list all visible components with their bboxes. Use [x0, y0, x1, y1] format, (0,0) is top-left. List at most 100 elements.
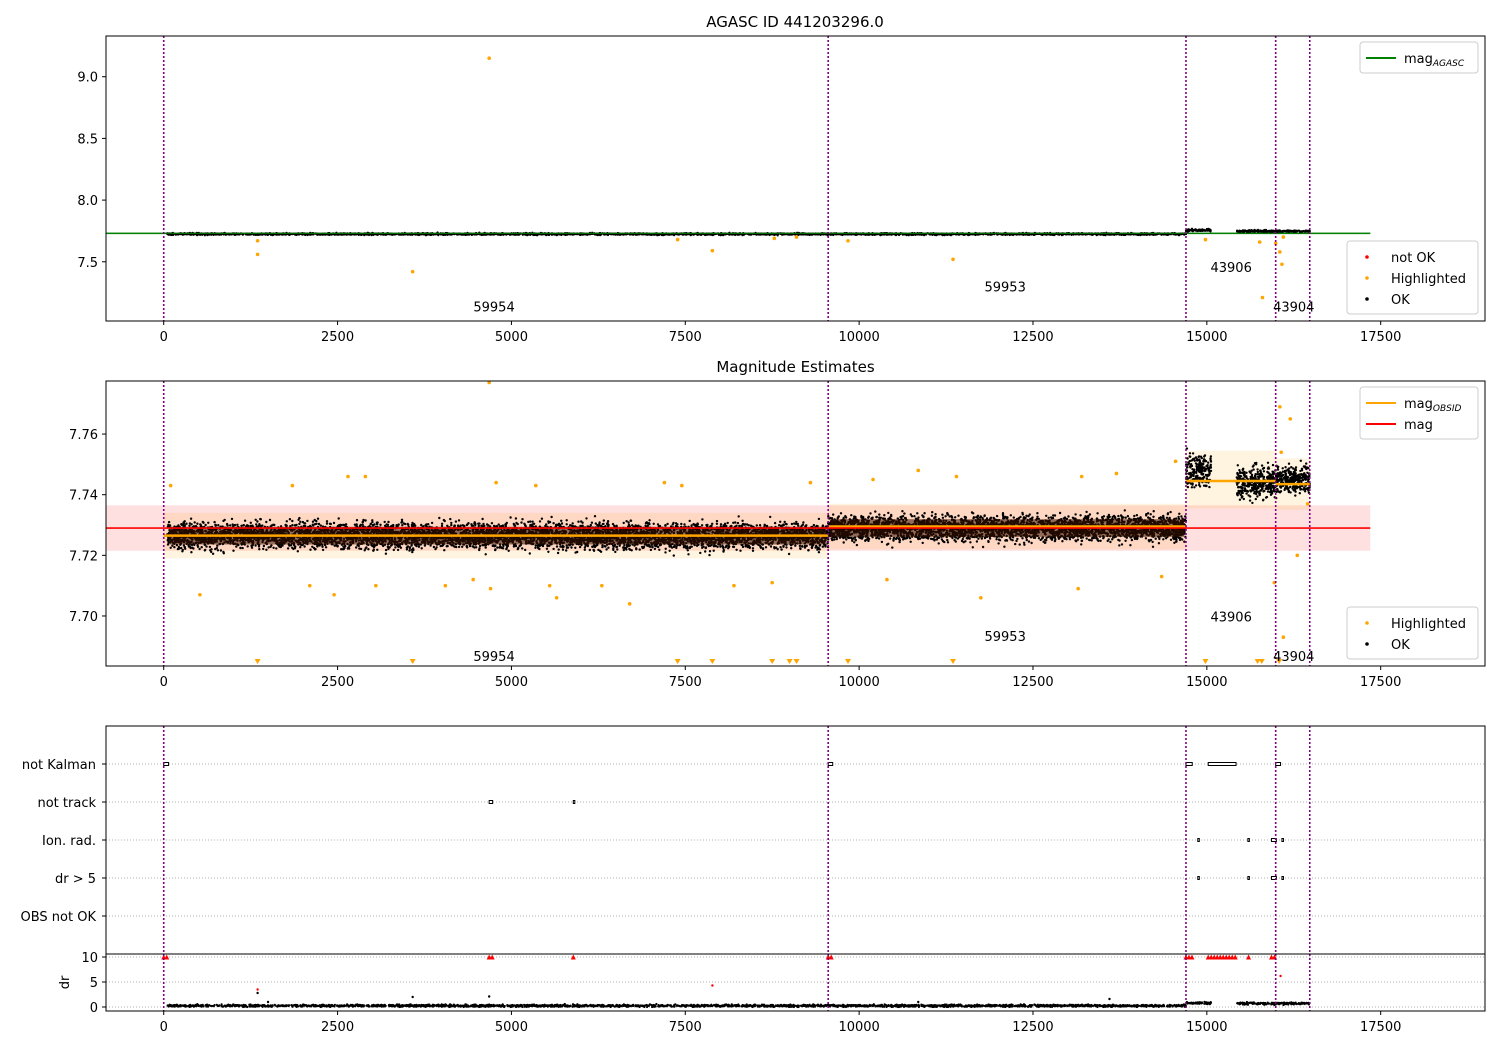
ok-point — [561, 548, 565, 551]
ok-point — [1251, 229, 1254, 232]
ok-point — [450, 523, 453, 527]
ok-point — [751, 549, 755, 552]
ok-point — [440, 522, 444, 525]
ok-point — [1268, 229, 1271, 232]
ok-point — [173, 546, 176, 549]
ok-point — [271, 234, 274, 237]
ok-point — [700, 524, 704, 527]
agasc-obs-label: 43904 — [1273, 300, 1314, 315]
figure: AGASC ID 441203296.0 5995459953439064390… — [21, 13, 1486, 1035]
ok-point — [1281, 230, 1284, 233]
ok-point — [946, 233, 949, 236]
ok-point — [1001, 233, 1004, 236]
ok-point — [180, 546, 183, 550]
ok-point — [773, 521, 777, 525]
ok-points — [1184, 227, 1212, 233]
ok-point — [622, 521, 625, 525]
agasc-legend-label: Highlighted — [1391, 272, 1466, 287]
highlighted-point — [1280, 262, 1284, 267]
ok-point — [701, 518, 704, 521]
agasc-xtick-label: 10000 — [838, 330, 879, 345]
ok-point — [1194, 228, 1197, 232]
highlighted-point — [1281, 235, 1286, 239]
agasc-ytick-label: 9.0 — [77, 71, 98, 86]
ok-point — [552, 547, 555, 551]
highlighted-point — [675, 237, 680, 242]
ok-point — [653, 547, 657, 551]
agasc-ytick-label: 8.0 — [77, 194, 98, 209]
ok-point — [288, 233, 291, 236]
ok-point — [1184, 229, 1188, 233]
ok-point — [787, 552, 791, 556]
ok-point — [933, 233, 937, 237]
ok-point — [1278, 229, 1281, 233]
ok-point — [189, 517, 193, 520]
agasc-legend-marker — [1365, 276, 1369, 280]
ok-point — [317, 522, 321, 526]
ok-point — [565, 549, 568, 552]
ok-point — [570, 546, 573, 549]
agasc-xtick-label: 5000 — [495, 330, 528, 345]
ok-point — [565, 544, 568, 547]
ok-point — [1248, 229, 1251, 232]
ok-point — [1253, 230, 1256, 234]
agasc-legend: magAGASC — [1359, 41, 1479, 74]
ok-point — [363, 234, 366, 237]
agasc-xtick-label: 12500 — [1012, 330, 1053, 345]
figure-title: AGASC ID 441203296.0 — [706, 13, 884, 31]
ok-point — [240, 524, 243, 527]
agasc-legend-marker — [1365, 255, 1369, 259]
ok-point — [577, 520, 580, 523]
agasc-obs-label: 59953 — [984, 281, 1025, 296]
ok-point — [524, 548, 527, 552]
ok-point — [758, 524, 762, 527]
ok-point — [734, 233, 737, 236]
ok-point — [521, 518, 524, 521]
ok-point — [681, 233, 685, 236]
ok-point — [370, 234, 373, 237]
ok-point — [599, 233, 602, 236]
ok-point — [533, 233, 536, 237]
agasc-legend-label: OK — [1391, 293, 1410, 308]
agasc-xtick-label: 0 — [160, 330, 168, 345]
highlighted-point — [1257, 240, 1262, 244]
ok-point — [545, 523, 548, 526]
ok-point — [1305, 230, 1308, 233]
highlighted-point — [255, 239, 260, 243]
ok-point — [325, 520, 329, 523]
agasc-xtick-label: 2500 — [321, 330, 354, 345]
ok-point — [574, 546, 577, 549]
ok-point — [1272, 229, 1275, 232]
ok-point — [190, 551, 193, 554]
ok-point — [704, 550, 707, 553]
ok-point — [455, 545, 458, 549]
ok-point — [841, 233, 844, 237]
ok-point — [696, 233, 699, 236]
ok-point — [332, 521, 336, 525]
ok-point — [324, 546, 328, 549]
highlighted-point — [255, 252, 260, 257]
agasc-legend: not OKHighlightedOK — [1346, 240, 1479, 315]
ok-point — [545, 547, 549, 550]
ok-point — [1245, 230, 1248, 233]
ok-point — [236, 523, 239, 526]
ok-point — [794, 544, 797, 547]
highlighted-point — [487, 56, 491, 61]
highlighted-point — [846, 239, 850, 243]
agasc-ytick-label: 8.5 — [77, 132, 98, 147]
ok-point — [557, 548, 560, 551]
ok-point — [668, 549, 671, 552]
ok-point — [484, 546, 487, 549]
ok-point — [1259, 230, 1262, 233]
ok-point — [819, 233, 822, 236]
ok-point — [1296, 230, 1299, 233]
ok-point — [1120, 233, 1123, 237]
ok-point — [461, 545, 464, 548]
ok-point — [372, 233, 375, 236]
ok-point — [275, 547, 278, 550]
ok-point — [1256, 228, 1260, 231]
ok-point — [737, 515, 740, 518]
ok-point — [657, 233, 661, 236]
ok-point — [321, 548, 325, 552]
ok-point — [1191, 230, 1194, 233]
